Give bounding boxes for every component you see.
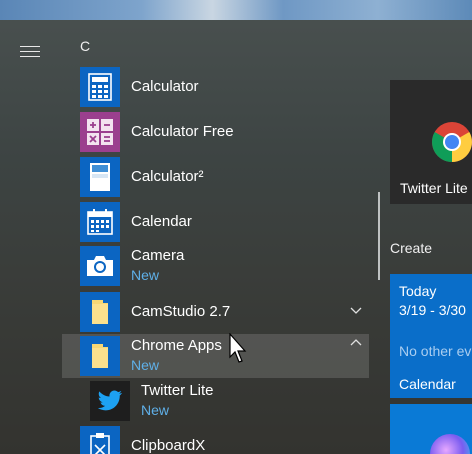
calculator-icon xyxy=(80,67,120,107)
new-badge: New xyxy=(131,267,160,283)
folder-icon xyxy=(80,292,120,332)
scrollbar[interactable] xyxy=(378,192,380,280)
app-item-calendar[interactable]: Calendar xyxy=(80,202,370,242)
calculator-free-icon xyxy=(80,112,120,152)
app-name: Camera xyxy=(131,247,185,264)
tile-label: Calendar xyxy=(399,376,456,392)
tile-calendar[interactable]: Today 3/19 - 3/30 No other ev Calendar xyxy=(390,274,472,398)
folder-icon xyxy=(80,336,120,376)
app-name: Calculator Free xyxy=(131,123,234,140)
clipboard-icon xyxy=(80,426,120,454)
mouse-cursor-icon xyxy=(229,333,247,363)
calculator2-icon xyxy=(80,157,120,197)
app-name: ClipboardX xyxy=(131,437,206,454)
chevron-down-icon[interactable] xyxy=(350,305,362,315)
app-name: CamStudio 2.7 xyxy=(131,303,231,320)
calendar-icon xyxy=(80,202,120,242)
calendar-no-events: No other ev xyxy=(399,343,472,359)
calendar-date-range: 3/19 - 3/30 xyxy=(399,302,466,318)
camera-icon xyxy=(80,246,120,286)
app-item-twitter-lite[interactable]: Twitter Lite New xyxy=(90,381,360,421)
desktop-wallpaper-strip xyxy=(0,0,472,20)
app-item-camera[interactable]: Camera New xyxy=(80,246,370,286)
app-logo-icon xyxy=(430,434,470,454)
new-badge: New xyxy=(131,357,160,373)
tile-twitter-lite[interactable]: Twitter Lite xyxy=(390,80,472,204)
app-item-chrome-apps[interactable]: Chrome Apps New xyxy=(80,336,370,376)
app-item-calculator-free[interactable]: Calculator Free xyxy=(80,112,370,152)
chevron-up-icon[interactable] xyxy=(350,338,362,348)
app-name: Chrome Apps xyxy=(131,337,222,354)
app-item-calculator2[interactable]: Calculator² xyxy=(80,157,370,197)
app-name: Calendar xyxy=(131,213,192,230)
app-item-camstudio[interactable]: CamStudio 2.7 xyxy=(80,292,370,332)
app-item-calculator[interactable]: Calculator xyxy=(80,67,370,107)
new-badge: New xyxy=(141,402,170,418)
app-item-clipboardx[interactable]: ClipboardX xyxy=(80,426,370,454)
app-name: Calculator xyxy=(131,78,199,95)
calendar-today-label: Today xyxy=(399,283,437,299)
menu-icon[interactable] xyxy=(20,46,40,60)
app-name: Calculator² xyxy=(131,168,204,185)
chrome-icon xyxy=(432,122,472,162)
tile-group-label[interactable]: Create xyxy=(390,240,432,256)
twitter-icon xyxy=(90,381,130,421)
section-letter-header[interactable]: C xyxy=(80,38,90,54)
tile-app[interactable] xyxy=(390,404,472,454)
app-name: Twitter Lite xyxy=(141,382,214,399)
tile-label: Twitter Lite xyxy=(400,180,468,196)
